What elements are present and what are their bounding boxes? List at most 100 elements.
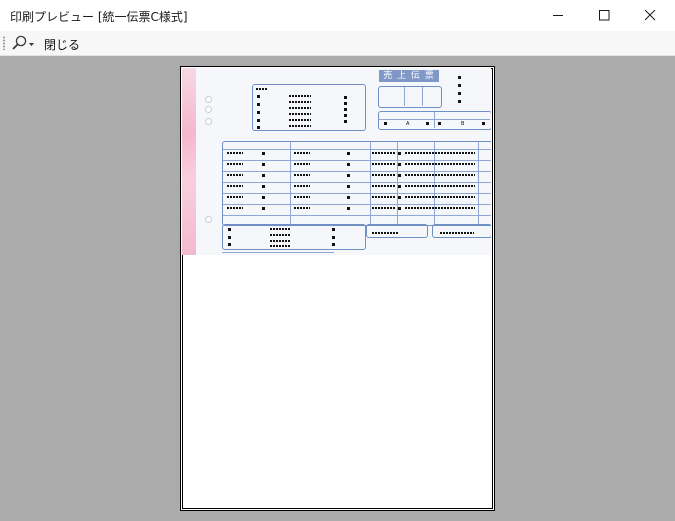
mark bbox=[347, 207, 350, 210]
cell-text bbox=[294, 163, 310, 165]
mark bbox=[257, 95, 260, 98]
text-line bbox=[289, 101, 311, 103]
cell-text bbox=[405, 207, 475, 209]
text-line bbox=[440, 232, 474, 234]
text-line bbox=[289, 125, 311, 127]
mark bbox=[262, 196, 265, 199]
mark bbox=[344, 102, 347, 105]
cell-text bbox=[405, 163, 475, 165]
mark bbox=[332, 243, 335, 246]
magnifier-icon bbox=[12, 35, 34, 50]
zoom-dropdown-button[interactable] bbox=[11, 34, 37, 52]
mark bbox=[257, 119, 260, 122]
mark bbox=[228, 228, 231, 231]
mark bbox=[262, 163, 265, 166]
text-line bbox=[270, 245, 290, 247]
sales-slip-label: 売 上 伝 票 bbox=[379, 70, 439, 82]
column-line bbox=[434, 142, 435, 224]
title-bar: 印刷プレビュー [統一伝票C様式] bbox=[0, 0, 675, 31]
mark bbox=[458, 76, 461, 79]
mark bbox=[332, 228, 335, 231]
divider bbox=[422, 87, 423, 106]
cell-text bbox=[227, 174, 243, 176]
punch-hole bbox=[205, 96, 212, 103]
mark bbox=[347, 185, 350, 188]
cell-text bbox=[294, 196, 310, 198]
col-b-label: B bbox=[461, 121, 465, 127]
row-line bbox=[223, 215, 491, 216]
mark bbox=[257, 126, 260, 129]
punch-hole bbox=[205, 118, 212, 125]
print-preview-window: 印刷プレビュー [統一伝票C様式] 閉じる 売 上 伝 票 A B bbox=[0, 0, 675, 521]
mark bbox=[398, 207, 401, 210]
punch-hole bbox=[205, 216, 212, 223]
toolbar: 閉じる bbox=[0, 31, 675, 56]
mark bbox=[458, 84, 461, 87]
text-line bbox=[289, 95, 311, 97]
close-preview-button[interactable]: 閉じる bbox=[44, 36, 80, 53]
text-line bbox=[270, 228, 290, 230]
cell-text bbox=[227, 163, 243, 165]
mark bbox=[344, 96, 347, 99]
close-icon bbox=[645, 10, 656, 21]
mark bbox=[262, 185, 265, 188]
cell-text bbox=[227, 196, 243, 198]
cell-text bbox=[227, 207, 243, 209]
subtotal-box bbox=[366, 224, 428, 238]
col-a-label: A bbox=[406, 121, 410, 127]
row-line bbox=[223, 182, 491, 183]
total-box bbox=[432, 224, 491, 238]
mark bbox=[398, 185, 401, 188]
table-header-line bbox=[223, 149, 491, 150]
window-title: 印刷プレビュー [統一伝票C様式] bbox=[10, 10, 188, 24]
minimize-button[interactable] bbox=[535, 0, 581, 31]
close-window-button[interactable] bbox=[627, 0, 673, 31]
totals-box bbox=[222, 224, 366, 250]
text-line bbox=[289, 107, 311, 109]
mark bbox=[228, 236, 231, 239]
footnote-line bbox=[222, 252, 334, 253]
column-line bbox=[290, 142, 291, 224]
mark bbox=[384, 122, 387, 125]
row-line bbox=[223, 171, 491, 172]
cell-text bbox=[372, 207, 396, 209]
row-line bbox=[223, 193, 491, 194]
pink-edge-strip bbox=[182, 68, 196, 255]
column-line bbox=[478, 142, 479, 224]
cell-text bbox=[294, 174, 310, 176]
cell-text bbox=[372, 196, 396, 198]
column-line bbox=[370, 142, 371, 224]
text-line bbox=[270, 240, 290, 242]
cell-text bbox=[227, 152, 243, 154]
mark bbox=[426, 122, 429, 125]
date-box bbox=[378, 86, 442, 108]
cell-text bbox=[372, 185, 396, 187]
cell-text bbox=[294, 207, 310, 209]
cell-text bbox=[405, 152, 475, 154]
mark bbox=[398, 174, 401, 177]
maximize-button[interactable] bbox=[581, 0, 627, 31]
mark bbox=[347, 163, 350, 166]
toolbar-grip[interactable] bbox=[3, 36, 5, 50]
mark bbox=[332, 236, 335, 239]
cell-text bbox=[405, 196, 475, 198]
text-line bbox=[270, 234, 290, 236]
mark bbox=[344, 114, 347, 117]
cell-text bbox=[294, 185, 310, 187]
minimize-icon bbox=[553, 15, 563, 16]
text-line bbox=[289, 119, 311, 121]
mark bbox=[398, 152, 401, 155]
cell-text bbox=[372, 152, 396, 154]
row-line bbox=[223, 160, 491, 161]
mark bbox=[262, 152, 265, 155]
mark bbox=[458, 92, 461, 95]
mark bbox=[347, 152, 350, 155]
mark bbox=[398, 196, 401, 199]
cell-text bbox=[294, 152, 310, 154]
mark bbox=[438, 122, 441, 125]
mark bbox=[482, 122, 485, 125]
text-line bbox=[256, 88, 268, 90]
cell-text bbox=[227, 185, 243, 187]
mark bbox=[458, 100, 461, 103]
mark bbox=[344, 108, 347, 111]
